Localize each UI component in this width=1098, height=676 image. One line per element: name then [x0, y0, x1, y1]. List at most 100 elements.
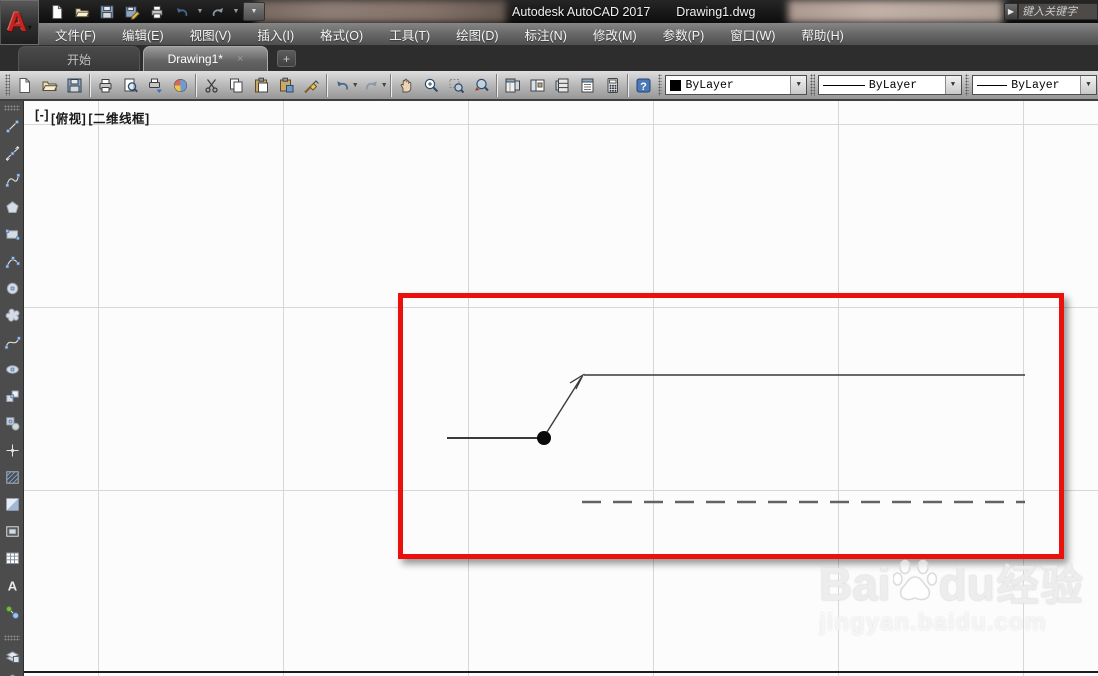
- autocad-logo-button[interactable]: A ▾: [0, 0, 39, 45]
- multiline-text-icon: A: [7, 578, 17, 593]
- match-properties-button[interactable]: [299, 72, 324, 98]
- zoom-window-button[interactable]: [444, 72, 469, 98]
- chevron-down-icon[interactable]: ▼: [790, 76, 807, 94]
- qat-print-button[interactable]: [146, 2, 168, 21]
- qat-open-button[interactable]: [71, 2, 93, 21]
- menu-item-2[interactable]: 视图(V): [177, 23, 245, 46]
- gradient-button[interactable]: [2, 493, 22, 515]
- design-center-button[interactable]: [525, 72, 550, 98]
- render-button[interactable]: [168, 72, 193, 98]
- hatch-button[interactable]: [2, 466, 22, 488]
- insert-block-button[interactable]: [2, 385, 22, 407]
- menu-item-11[interactable]: 帮助(H): [788, 23, 856, 46]
- color-combo[interactable]: ByLayer ▼: [665, 75, 808, 95]
- undo-icon: [177, 7, 188, 16]
- tool-palettes-button[interactable]: [550, 72, 575, 98]
- menu-item-0[interactable]: 文件(F): [42, 23, 109, 46]
- zoom-realtime-button[interactable]: [419, 72, 444, 98]
- qat-customize-button[interactable]: ▼: [243, 2, 265, 21]
- search-input[interactable]: [1018, 3, 1098, 20]
- toolbar-separator: [495, 73, 498, 97]
- chevron-down-icon[interactable]: ▼: [232, 8, 240, 15]
- spline-icon: [4, 335, 21, 349]
- toolbar-grip[interactable]: [4, 105, 20, 111]
- pan-button[interactable]: [394, 72, 419, 98]
- toolbar-grip[interactable]: [657, 74, 663, 96]
- multiline-text-button[interactable]: A: [2, 574, 22, 596]
- menu-item-1[interactable]: 编辑(E): [109, 23, 177, 46]
- line-button[interactable]: [2, 115, 22, 137]
- toolbar-grip[interactable]: [810, 74, 815, 96]
- polygon-button[interactable]: [2, 196, 22, 218]
- toolbar-grip[interactable]: [5, 74, 10, 96]
- lineweight-combo[interactable]: ByLayer ▼: [972, 75, 1097, 95]
- layer-properties-button[interactable]: [2, 644, 22, 666]
- menu-item-6[interactable]: 绘图(D): [443, 23, 511, 46]
- copy-button[interactable]: [224, 72, 249, 98]
- chevron-down-icon[interactable]: ▼: [1079, 76, 1096, 94]
- qat-new-button[interactable]: [46, 2, 68, 21]
- construction-line-button[interactable]: [2, 142, 22, 164]
- linetype-combo[interactable]: ByLayer ▼: [817, 75, 962, 95]
- qat-redo-button[interactable]: [207, 2, 229, 21]
- make-block-button[interactable]: [2, 412, 22, 434]
- new-button[interactable]: [12, 72, 37, 98]
- point-button[interactable]: [2, 439, 22, 461]
- menu-item-5[interactable]: 工具(T): [376, 23, 443, 46]
- zoom-previous-icon: [474, 78, 489, 91]
- publish-button[interactable]: [143, 72, 168, 98]
- tab-drawing1[interactable]: Drawing1* ×: [143, 46, 268, 71]
- quick-calculator-button[interactable]: [600, 72, 625, 98]
- qat-undo-button[interactable]: [171, 2, 193, 21]
- table-button[interactable]: [2, 547, 22, 569]
- paste-as-block-icon: [279, 77, 294, 92]
- table-icon: [5, 552, 19, 564]
- paste-as-block-button[interactable]: [274, 72, 299, 98]
- properties-button[interactable]: [500, 72, 525, 98]
- new-tab-button[interactable]: +: [277, 50, 296, 67]
- spline-button[interactable]: [2, 331, 22, 353]
- search-go-button[interactable]: ▶: [1004, 3, 1018, 20]
- chevron-down-icon[interactable]: ▼: [352, 82, 359, 89]
- region-button[interactable]: [2, 520, 22, 542]
- watermark-url: jingyan.baidu.com: [819, 609, 1047, 636]
- qat-save-button[interactable]: [96, 2, 118, 21]
- menu-item-7[interactable]: 标注(N): [512, 23, 580, 46]
- open-button[interactable]: [37, 72, 62, 98]
- help-icon: ?: [636, 78, 651, 92]
- print-preview-icon: [124, 78, 138, 92]
- cut-button[interactable]: [199, 72, 224, 98]
- circle-button[interactable]: [2, 277, 22, 299]
- paste-button[interactable]: [249, 72, 274, 98]
- revision-cloud-button[interactable]: [2, 304, 22, 326]
- circle-icon: [6, 282, 18, 294]
- close-icon[interactable]: ×: [237, 53, 243, 65]
- divide-button[interactable]: [2, 601, 22, 623]
- ellipse-button[interactable]: [2, 358, 22, 380]
- menu-item-3[interactable]: 插入(I): [244, 23, 307, 46]
- rectangle-button[interactable]: [2, 223, 22, 245]
- save-button[interactable]: [62, 72, 87, 98]
- help-button[interactable]: ?: [631, 72, 656, 98]
- menu-item-10[interactable]: 窗口(W): [717, 23, 788, 46]
- tab-start[interactable]: 开始: [18, 46, 140, 71]
- menu-item-9[interactable]: 参数(P): [650, 23, 718, 46]
- sheet-set-manager-button[interactable]: [575, 72, 600, 98]
- polyline-button[interactable]: [2, 169, 22, 191]
- file-tab-bar: 开始 Drawing1* × +: [0, 46, 1098, 71]
- layer-manager-button[interactable]: [2, 670, 22, 676]
- chevron-down-icon[interactable]: ▼: [944, 76, 961, 94]
- chevron-down-icon[interactable]: ▼: [196, 8, 204, 15]
- zoom-previous-button[interactable]: [469, 72, 494, 98]
- menu-item-4[interactable]: 格式(O): [307, 23, 376, 46]
- drawing-canvas[interactable]: [-] [俯视] [二维线框] Bai du 经验 jingyan.baidu.…: [24, 101, 1098, 676]
- chevron-down-icon[interactable]: ▼: [381, 82, 388, 89]
- point-icon: [6, 444, 18, 456]
- print-preview-button[interactable]: [118, 72, 143, 98]
- toolbar-grip[interactable]: [4, 635, 20, 641]
- print-button[interactable]: [93, 72, 118, 98]
- toolbar-grip[interactable]: [964, 74, 970, 96]
- menu-item-8[interactable]: 修改(M): [580, 23, 650, 46]
- arc-button[interactable]: [2, 250, 22, 272]
- qat-save-as-button[interactable]: [121, 2, 143, 21]
